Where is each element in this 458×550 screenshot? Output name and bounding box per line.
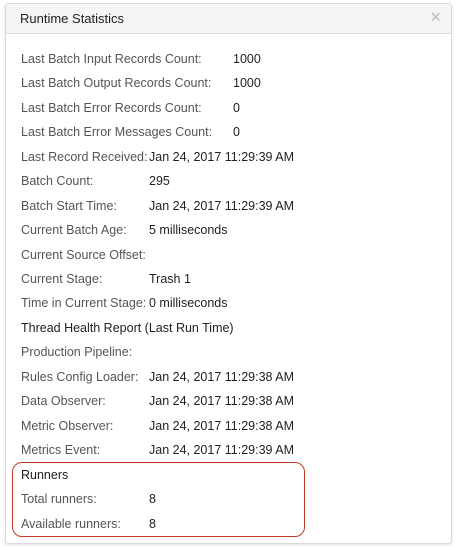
stat-label: Current Stage: bbox=[21, 272, 103, 286]
stat-label: Batch Start Time: bbox=[21, 199, 117, 213]
stat-label: Last Batch Error Records Count: bbox=[21, 101, 202, 115]
stat-value: 295 bbox=[149, 174, 170, 188]
runners-label: Total runners: bbox=[21, 492, 97, 506]
close-icon[interactable]: × bbox=[430, 8, 441, 26]
stat-value: 1000 bbox=[233, 52, 261, 66]
stat-value: Jan 24, 2017 11:29:39 AM bbox=[149, 150, 295, 164]
panel-header: Runtime Statistics × bbox=[6, 4, 451, 34]
panel-title: Runtime Statistics bbox=[20, 11, 125, 26]
stat-value: 0 bbox=[233, 125, 240, 139]
stat-label: Time in Current Stage: bbox=[21, 296, 147, 310]
thread-label: Production Pipeline: bbox=[21, 345, 133, 359]
stat-label: Last Record Received: bbox=[21, 150, 148, 164]
stat-value: 5 milliseconds bbox=[149, 223, 228, 237]
stat-value: Jan 24, 2017 11:29:39 AM bbox=[149, 199, 295, 213]
stat-value: 0 milliseconds bbox=[149, 296, 228, 310]
stat-value: 1000 bbox=[233, 76, 261, 90]
thread-label: Rules Config Loader: bbox=[21, 370, 139, 384]
stat-value: 0 bbox=[233, 101, 240, 115]
thread-value: Jan 24, 2017 11:29:39 AM bbox=[149, 443, 295, 457]
thread-value: Jan 24, 2017 11:29:38 AM bbox=[149, 419, 295, 433]
thread-label: Metrics Event: bbox=[21, 443, 101, 457]
thread-value: Jan 24, 2017 11:29:38 AM bbox=[149, 370, 295, 384]
runners-label: Available runners: bbox=[21, 517, 121, 531]
section-heading: Thread Health Report (Last Run Time) bbox=[21, 321, 234, 335]
stat-value: Trash 1 bbox=[149, 272, 191, 286]
runners-value: 8 bbox=[149, 517, 156, 531]
thread-value: Jan 24, 2017 11:29:38 AM bbox=[149, 394, 295, 408]
stat-label: Batch Count: bbox=[21, 174, 94, 188]
stat-label: Current Batch Age: bbox=[21, 223, 127, 237]
stat-label: Last Batch Input Records Count: bbox=[21, 52, 202, 66]
stat-label: Last Batch Error Messages Count: bbox=[21, 125, 213, 139]
stat-label: Last Batch Output Records Count: bbox=[21, 76, 212, 90]
section-heading: Runners bbox=[21, 468, 69, 482]
thread-label: Metric Observer: bbox=[21, 419, 114, 433]
stat-label: Current Source Offset: bbox=[21, 248, 146, 262]
runners-value: 8 bbox=[149, 492, 156, 506]
runtime-statistics-panel: Runtime Statistics × Last Batch Input Re… bbox=[5, 3, 452, 544]
thread-label: Data Observer: bbox=[21, 394, 106, 408]
